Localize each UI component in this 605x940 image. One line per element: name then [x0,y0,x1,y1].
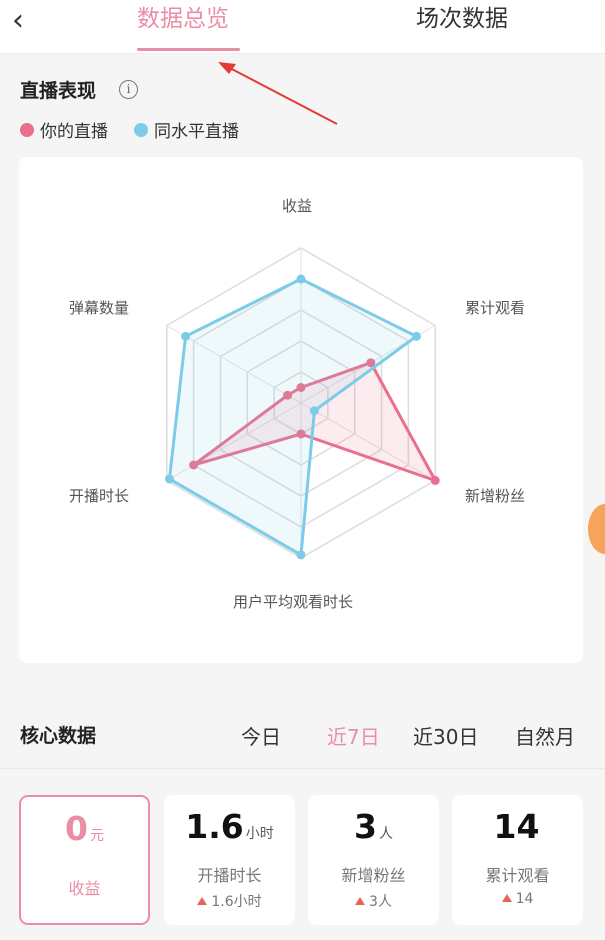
top-nav-bar: ‹ 数据总览 场次数据 [0,0,605,54]
stat-card-revenue[interactable]: 0元 收益 [19,795,150,925]
radar-data-point [309,406,319,416]
axis-label-live-duration: 开播时长 [69,487,130,505]
floating-bubble[interactable] [588,504,605,554]
stat-label: 开播时长 [197,866,262,885]
legend-peer-live: 同水平直播 [134,117,239,142]
stat-value: 14 [493,807,540,846]
radar-chart [164,247,440,560]
chevron-left-icon[interactable]: ‹ [12,4,24,38]
legend-your-live: 你的直播 [20,117,108,142]
stat-card-total-views[interactable]: 14 累计观看 14 [452,795,583,925]
legend-dot-pink [20,122,34,137]
radar-data-point [296,550,306,560]
axis-label-avg-watch-time: 用户平均观看时长 [233,593,354,611]
stat-label: 累计观看 [485,866,550,885]
legend-dot-blue [134,122,148,137]
stat-value: 0元 [65,809,104,848]
radar-data-point [411,331,421,341]
axis-label-total-views: 累计观看 [465,299,526,317]
period-natural-month[interactable]: 自然月 [515,721,575,750]
axis-label-revenue: 收益 [282,197,313,215]
up-triangle-icon [355,897,366,905]
stat-delta: 14 [452,891,583,907]
divider [0,768,605,769]
info-icon[interactable]: i [119,80,138,99]
radar-data-point [181,331,191,341]
stat-label: 新增粉丝 [341,866,406,885]
stat-delta: 3人 [308,891,439,911]
tab-session-data[interactable]: 场次数据 [416,3,508,35]
axis-label-danmaku-count: 弹幕数量 [69,299,130,317]
up-triangle-icon [197,897,208,905]
axis-label-new-fans: 新增粉丝 [465,487,526,505]
period-30-days[interactable]: 近30日 [413,721,478,750]
period-7-days[interactable]: 近7日 [327,721,380,750]
stat-value: 3人 [354,807,393,846]
live-performance-title: 直播表现 [20,80,97,102]
stat-delta: 1.6小时 [164,891,295,911]
legend-label: 同水平直播 [154,122,239,142]
tab-data-overview[interactable]: 数据总览 [137,3,229,35]
stat-value: 1.6 小时 [185,807,274,846]
stat-card-new-fans[interactable]: 3人 新增粉丝 3人 [308,795,439,925]
period-today[interactable]: 今日 [241,721,281,750]
radar-data-point [296,274,306,284]
stat-card-live-duration[interactable]: 1.6 小时 开播时长 1.6小时 [164,795,295,925]
radar-data-point [430,476,440,485]
legend-label: 你的直播 [40,122,108,142]
radar-chart-card: 收益 累计观看 新增粉丝 用户平均观看时长 开播时长 弹幕数量 [19,157,583,663]
up-triangle-icon [501,894,512,902]
active-tab-indicator [137,48,240,51]
core-data-title: 核心数据 [20,725,97,747]
stat-label: 收益 [68,879,101,898]
radar-data-point [164,474,174,484]
